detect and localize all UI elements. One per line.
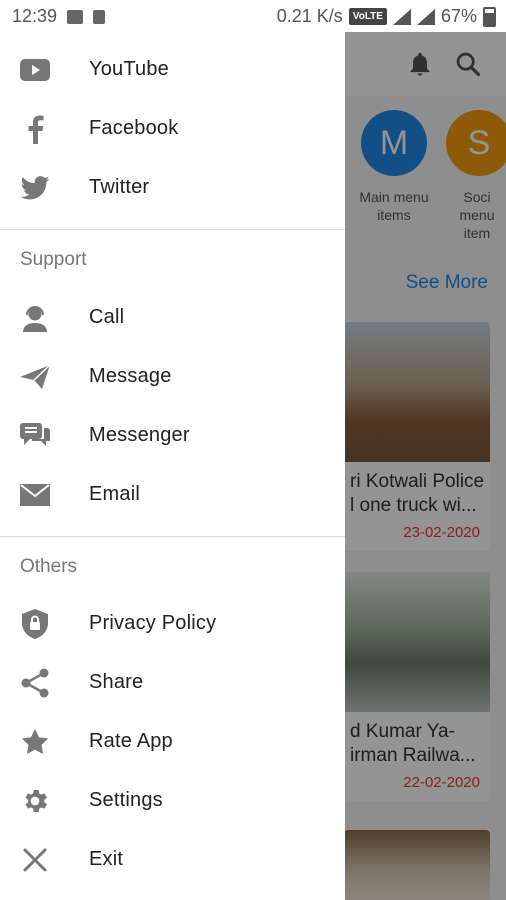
drawer-item-label: Settings: [89, 789, 163, 811]
battery-percent: 67%: [440, 6, 477, 26]
volte-badge: VoLTE: [348, 8, 387, 25]
gear-icon: [20, 787, 50, 815]
drawer-item-label: Privacy Policy: [89, 612, 217, 634]
drawer-item-label: Exit: [89, 848, 124, 870]
shield-lock-icon: [20, 609, 50, 639]
twitter-icon: [20, 174, 50, 202]
support-agent-icon: [20, 304, 50, 332]
share-icon: [20, 668, 50, 698]
status-bar: 12:39 0.21 K/s VoLTE 67%: [0, 0, 506, 32]
network-speed: 0.21 K/s: [276, 6, 343, 26]
chat-bubbles-icon: [20, 422, 50, 450]
drawer-item-label: Email: [89, 483, 141, 505]
youtube-icon: [20, 56, 50, 84]
envelope-icon: [20, 481, 50, 509]
drawer-item-messenger[interactable]: Messenger: [0, 408, 345, 464]
drawer-item-label: YouTube: [89, 58, 169, 80]
drawer-item-label: Call: [89, 306, 125, 328]
drawer-item-label: Share: [89, 671, 144, 693]
divider: [0, 229, 345, 230]
drawer-item-youtube[interactable]: YouTube: [0, 42, 345, 98]
close-icon: [20, 846, 50, 874]
drawer-item-share[interactable]: Share: [0, 655, 345, 711]
drawer-item-privacy-policy[interactable]: Privacy Policy: [0, 596, 345, 652]
signal-icon: [392, 8, 411, 25]
drawer-item-email[interactable]: Email: [0, 467, 345, 523]
battery-icon: [483, 6, 496, 27]
facebook-icon: [20, 115, 50, 144]
drawer-item-facebook[interactable]: Facebook: [0, 101, 345, 157]
drawer-item-call[interactable]: Call: [0, 290, 345, 346]
drawer-item-label: Message: [89, 365, 172, 387]
drawer-item-label: Rate App: [89, 730, 173, 752]
star-icon: [20, 728, 50, 756]
section-title-others: Others: [20, 556, 78, 577]
drawer-item-label: Twitter: [89, 176, 150, 198]
gallery-notification-icon: [67, 9, 84, 24]
drawer-item-label: Messenger: [89, 424, 190, 446]
status-time: 12:39: [12, 6, 58, 26]
signal-icon-2: [416, 8, 435, 25]
section-title-support: Support: [20, 249, 87, 270]
divider-2: [0, 536, 345, 537]
navigation-drawer: YouTube Facebook Twitter Support Call Me…: [0, 32, 345, 900]
drawer-item-message[interactable]: Message: [0, 349, 345, 405]
usb-notification-icon: [93, 9, 106, 24]
drawer-item-settings[interactable]: Settings: [0, 773, 345, 829]
drawer-item-rate-app[interactable]: Rate App: [0, 714, 345, 770]
drawer-item-exit[interactable]: Exit: [0, 832, 345, 888]
drawer-item-twitter[interactable]: Twitter: [0, 160, 345, 216]
drawer-item-label: Facebook: [89, 117, 179, 139]
paper-plane-icon: [20, 363, 50, 391]
